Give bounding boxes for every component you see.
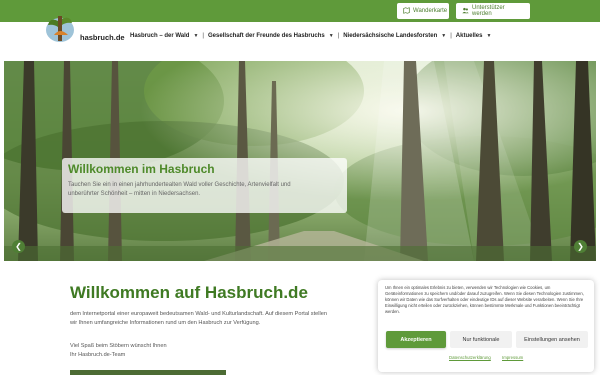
nav-item-forestry[interactable]: Niedersächsische Landesforsten ▼ [343, 33, 446, 39]
functional-only-button[interactable]: Nur funktionale [450, 331, 512, 348]
hiking-map-button[interactable]: Wanderkarte [397, 3, 449, 19]
chevron-down-icon: ▼ [193, 33, 199, 39]
chevron-down-icon: ▼ [328, 33, 334, 39]
site-logo[interactable] [44, 13, 76, 43]
hiking-map-label: Wanderkarte [413, 8, 448, 14]
map-icon [403, 6, 410, 16]
top-utility-bar: Wanderkarte Unterstützer werden [0, 0, 600, 22]
chevron-down-icon: ▼ [441, 33, 447, 39]
content-image [70, 370, 226, 375]
greeting-text: Viel Spaß beim Stöbern wünscht Ihnen [70, 343, 167, 349]
chevron-left-icon: ❮ [15, 242, 22, 251]
cookie-text: Um Ihnen ein optimales Erlebnis zu biete… [385, 285, 584, 314]
nav-separator: | [202, 33, 204, 39]
nav-separator: | [337, 33, 340, 39]
hero-caption: Willkommen im Hasbruch Tauchen Sie ein i… [62, 158, 347, 213]
logo-text[interactable]: hasbruch.de [80, 33, 125, 42]
nav-item-forest[interactable]: Hasbruch – der Wald ▼ [130, 33, 198, 39]
chevron-down-icon: ▼ [486, 33, 492, 39]
nav-item-label: Hasbruch – der Wald [130, 33, 190, 39]
chevron-right-icon: ❯ [577, 242, 584, 251]
become-supporter-button[interactable]: Unterstützer werden [456, 3, 530, 19]
hero-title: Willkommen im Hasbruch [68, 162, 215, 176]
privacy-policy-link[interactable]: Datenschutzerklärung [449, 355, 491, 360]
imprint-link[interactable]: Impressum [502, 355, 523, 360]
hero-text: Tauchen Sie ein in einen jahrhundertealt… [68, 181, 341, 199]
nav-item-news[interactable]: Aktuelles ▼ [456, 33, 492, 39]
page-title: Willkommen auf Hasbruch.de [70, 283, 308, 302]
intro-text-line: dem Internetportal einer europaweit bede… [70, 311, 327, 317]
nav-item-label: Niedersächsische Landesforsten [343, 33, 438, 39]
nav-item-label: Gesellschaft der Freunde des Hasbruchs [207, 33, 325, 39]
hero-text-line: unberührter Schönheit – mitten in Nieder… [68, 191, 201, 197]
hero-text-line: Tauchen Sie ein in einen jahrhundertealt… [68, 182, 291, 188]
become-supporter-label: Unterstützer werden [472, 5, 505, 17]
nav-separator: | [450, 33, 452, 39]
intro-text-line: wir Ihnen umfangreiche Informationen run… [70, 320, 261, 326]
view-settings-button[interactable]: Einstellungen ansehen [516, 331, 588, 348]
nav-item-label: Aktuelles [455, 33, 483, 39]
nav-item-society[interactable]: Gesellschaft der Freunde des Hasbruchs ▼ [208, 33, 334, 39]
signature-text: Ihr Hasbruch.de-Team [70, 352, 126, 358]
main-navigation: Hasbruch – der Wald ▼ | Gesellschaft der… [130, 33, 491, 39]
accept-cookies-button[interactable]: Akzeptieren [386, 331, 446, 348]
users-icon [462, 7, 469, 16]
slider-next-button[interactable]: ❯ [574, 240, 587, 253]
intro-text: dem Internetportal einer europaweit bede… [70, 310, 390, 328]
slider-prev-button[interactable]: ❮ [12, 240, 25, 253]
